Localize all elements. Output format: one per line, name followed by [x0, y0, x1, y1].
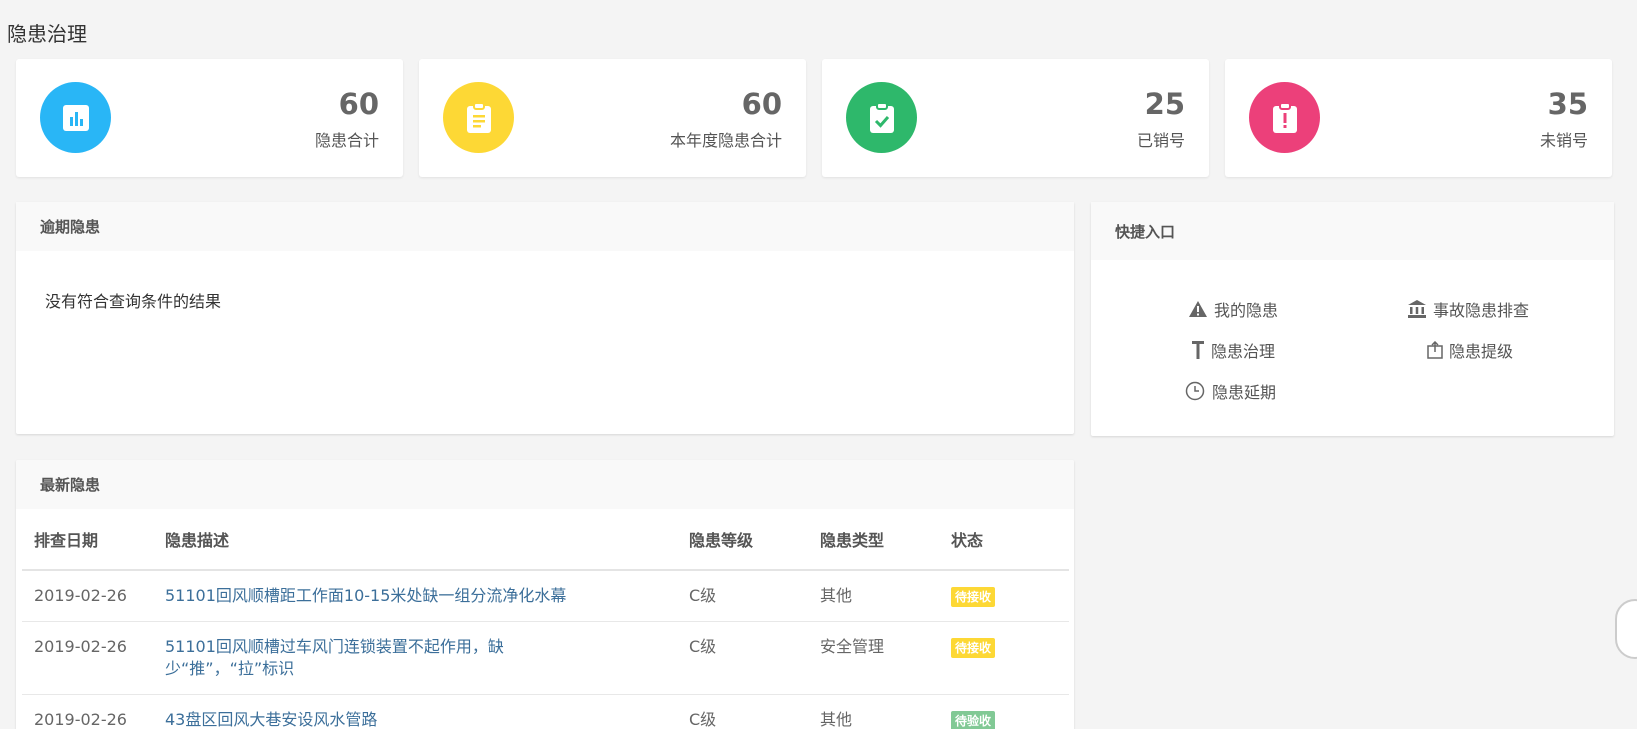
column-header[interactable]: 隐患描述 [153, 509, 677, 571]
quick-link-escalate[interactable]: 隐患提级 [1427, 338, 1513, 362]
panel-title: 逾期隐患 [16, 202, 1074, 251]
stat-label: 已销号 [1136, 131, 1185, 150]
institution-icon [1408, 300, 1426, 318]
status-badge: 待验收 [951, 711, 996, 729]
stat-card-total[interactable]: 60 隐患合计 [16, 59, 403, 177]
cell-level: C级 [677, 694, 808, 729]
cell-date: 2019-02-26 [22, 570, 153, 622]
clipboard-alert-icon [1249, 82, 1320, 153]
empty-message: 没有符合查询条件的结果 [45, 292, 222, 311]
cell-level: C级 [677, 621, 808, 695]
quick-link-label: 隐患提级 [1449, 342, 1514, 361]
bar-chart-icon [40, 82, 111, 153]
column-header[interactable]: 隐患类型 [808, 509, 939, 571]
stat-card-yearly[interactable]: 60 本年度隐患合计 [419, 59, 806, 177]
quick-link-label: 隐患延期 [1212, 383, 1277, 402]
hazard-table: 排查日期 隐患描述 隐患等级 隐患类型 状态 2019-02-26 51101回… [22, 509, 1069, 729]
share-icon [1427, 341, 1443, 359]
clipboard-list-icon [443, 82, 514, 153]
column-header[interactable]: 排查日期 [22, 509, 153, 571]
stat-label: 未销号 [1539, 131, 1588, 150]
stat-value: 60 [338, 87, 379, 121]
overdue-panel: 逾期隐患 没有符合查询条件的结果 [16, 202, 1074, 434]
cell-type: 安全管理 [808, 621, 939, 695]
quick-link-extension[interactable]: 隐患延期 [1184, 379, 1276, 403]
quick-link-label: 事故隐患排查 [1433, 301, 1530, 320]
table-row[interactable]: 2019-02-26 51101回风顺槽距工作面10-15米处缺一组分流净化水幕… [22, 570, 1069, 622]
panel-title: 最新隐患 [16, 460, 1074, 509]
page-title: 隐患治理 [7, 22, 87, 46]
stat-value: 25 [1144, 87, 1185, 121]
cell-date: 2019-02-26 [22, 621, 153, 695]
stat-value: 35 [1547, 87, 1588, 121]
column-header[interactable]: 状态 [939, 509, 1069, 571]
cell-type: 其他 [808, 694, 939, 729]
status-badge: 待接收 [951, 587, 996, 607]
stat-label: 本年度隐患合计 [669, 131, 782, 150]
quick-link-label: 我的隐患 [1214, 301, 1279, 320]
hazard-desc-link[interactable]: 43盘区回风大巷安设风水管路 [165, 710, 377, 729]
stat-value: 60 [741, 87, 782, 121]
quick-entry-panel: 快捷入口 我的隐患 事故隐患排查 隐患治理 隐患提级 隐患延期 [1091, 202, 1614, 436]
hazard-desc-link[interactable]: 51101回风顺槽距工作面10-15米处缺一组分流净化水幕 [165, 586, 566, 605]
status-badge: 待接收 [951, 638, 996, 658]
stat-card-open[interactable]: 35 未销号 [1225, 59, 1612, 177]
text-height-icon [1192, 341, 1204, 359]
stat-label: 隐患合计 [314, 131, 379, 150]
quick-link-governance[interactable]: 隐患治理 [1191, 338, 1275, 362]
quick-link-my-hazards[interactable]: 我的隐患 [1188, 297, 1278, 321]
warning-icon [1189, 301, 1207, 317]
stat-card-closed[interactable]: 25 已销号 [822, 59, 1209, 177]
hazard-desc-link[interactable]: 51101回风顺槽过车风门连锁装置不起作用，缺少“推”，“拉”标识 [165, 637, 504, 678]
cell-date: 2019-02-26 [22, 694, 153, 729]
table-row[interactable]: 2019-02-26 43盘区回风大巷安设风水管路 C级 其他 待验收 [22, 694, 1069, 729]
table-header-row: 排查日期 隐患描述 隐患等级 隐患类型 状态 [22, 509, 1069, 571]
quick-link-label: 隐患治理 [1211, 342, 1276, 361]
cell-type: 其他 [808, 570, 939, 622]
clipboard-check-icon [846, 82, 917, 153]
cell-level: C级 [677, 570, 808, 622]
panel-title: 快捷入口 [1091, 202, 1614, 260]
table-row[interactable]: 2019-02-26 51101回风顺槽过车风门连锁装置不起作用，缺少“推”，“… [22, 621, 1069, 695]
floating-scroll-button[interactable] [1615, 599, 1637, 659]
latest-hazards-panel: 最新隐患 排查日期 隐患描述 隐患等级 隐患类型 状态 2019-02-26 5… [16, 460, 1074, 729]
clock-icon [1185, 381, 1205, 401]
column-header[interactable]: 隐患等级 [677, 509, 808, 571]
quick-link-accident-check[interactable]: 事故隐患排查 [1407, 297, 1529, 321]
